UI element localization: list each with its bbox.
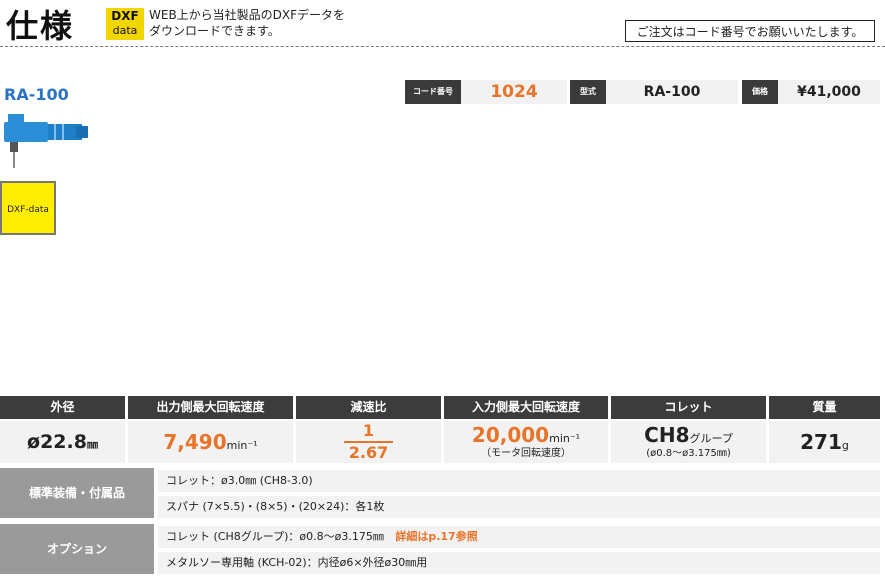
cell-collet: CH8グループ (ø0.8〜ø3.175㎜) (611, 421, 766, 463)
collet-value: CH8 (644, 423, 690, 447)
model-type-chip: 型式 RA-100 (570, 80, 738, 104)
page-title: 仕様 (6, 7, 75, 45)
cell-input-speed: 20,000min⁻¹ （モータ回転速度） (444, 421, 608, 463)
standard-accessory-item: コレット：ø3.0㎜ (CH8-3.0) (158, 470, 880, 492)
dxf-download-note: WEB上から当社製品のDXFデータを ダウンロードできます。 (149, 7, 345, 39)
dxf-badge-line2: data (112, 24, 138, 37)
outer-diameter-unit: ㎜ (86, 438, 98, 451)
option-item-text: コレット (CH8グループ)：ø0.8〜ø3.175㎜ (166, 530, 384, 543)
option-detail-link[interactable]: 詳細はp.17参照 (395, 530, 477, 543)
code-number-chip: コード番号 1024 (405, 80, 567, 104)
output-speed-unit: min⁻¹ (226, 439, 258, 452)
price-value: ¥41,000 (797, 84, 861, 100)
output-speed-value: 7,490 (163, 430, 227, 454)
input-speed-value: 20,000 (471, 423, 550, 447)
header-outer-diameter: 外径 (0, 396, 125, 419)
option-item: コレット (CH8グループ)：ø0.8〜ø3.175㎜ 詳細はp.17参照 (158, 526, 880, 548)
cell-mass: 271g (769, 421, 880, 463)
header-divider (0, 46, 885, 47)
dxf-note-line1: WEB上から当社製品のDXFデータを (149, 8, 346, 22)
price-chip: 価格 ¥41,000 (742, 80, 880, 104)
dxf-data-badge: DXF data (106, 8, 144, 40)
order-note: ご注文はコード番号でお願いいたします。 (625, 20, 875, 42)
price-label: 価格 (742, 80, 778, 104)
outer-diameter-value: ø22.8 (27, 431, 87, 453)
standard-accessory-item: スパナ (7×5.5)・(8×5)・(20×24)：各1枚 (158, 496, 880, 518)
collet-suffix: グループ (689, 432, 733, 445)
ratio-denominator: 2.67 (348, 443, 389, 462)
options-label: オプション (0, 524, 154, 574)
header-mass: 質量 (769, 396, 880, 419)
collet-range: (ø0.8〜ø3.175㎜) (646, 448, 731, 459)
mass-unit: g (841, 439, 849, 452)
header-collet: コレット (611, 396, 766, 419)
mass-value: 271 (800, 430, 842, 454)
header-reduction-ratio: 減速比 (296, 396, 441, 419)
header-output-speed: 出力側最大回転速度 (128, 396, 293, 419)
dxf-badge-line1: DXF (111, 9, 139, 23)
product-image (4, 114, 88, 168)
model-name: RA-100 (4, 85, 69, 104)
cell-output-speed: 7,490min⁻¹ (128, 421, 293, 463)
model-type-value: RA-100 (643, 84, 701, 100)
code-number-value: 1024 (490, 82, 538, 102)
dxf-data-download-button[interactable]: DXF-data (0, 181, 56, 235)
input-speed-unit: min⁻¹ (549, 432, 581, 445)
option-item: メタルソー専用軸 (KCH-02)：内径ø6×外径ø30㎜用 (158, 552, 880, 574)
header-input-speed: 入力側最大回転速度 (444, 396, 608, 419)
cell-outer-diameter: ø22.8㎜ (0, 421, 125, 463)
input-speed-note: （モータ回転速度） (481, 448, 571, 459)
code-number-label: コード番号 (405, 80, 461, 104)
dxf-note-line2: ダウンロードできます。 (149, 24, 280, 38)
cell-reduction-ratio: 1 2.67 (296, 421, 441, 463)
standard-accessories-label: 標準装備・付属品 (0, 468, 154, 518)
ratio-numerator: 1 (362, 421, 375, 440)
model-type-label: 型式 (570, 80, 606, 104)
